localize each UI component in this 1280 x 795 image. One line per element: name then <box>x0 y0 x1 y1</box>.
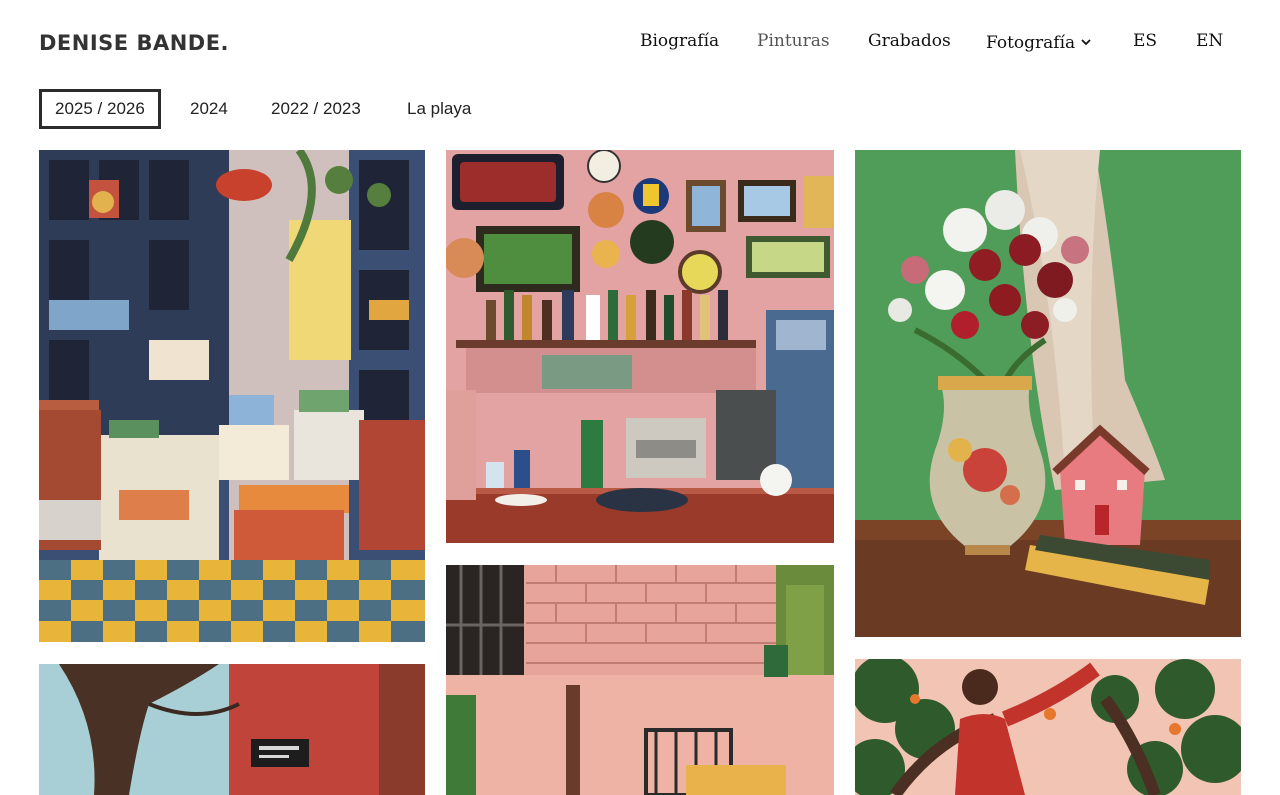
nav-fotografia-label: Fotografía <box>986 33 1076 53</box>
tab-2022-2023[interactable]: 2022 / 2023 <box>271 89 361 129</box>
main-nav: Biografía Pinturas Grabados Fotografía E… <box>0 31 1280 57</box>
nav-lang-en[interactable]: EN <box>1196 31 1223 51</box>
nav-pinturas[interactable]: Pinturas <box>757 31 830 51</box>
tab-2024[interactable]: 2024 <box>190 89 228 129</box>
nav-fotografia[interactable]: Fotografía <box>986 31 1091 53</box>
painting-interior-boxes[interactable] <box>39 150 425 642</box>
tab-2025-2026[interactable]: 2025 / 2026 <box>39 89 161 129</box>
painting-red-figure-tree[interactable] <box>855 659 1241 795</box>
painting-flowers-vase[interactable] <box>855 150 1241 637</box>
painting-brick-courtyard[interactable] <box>446 565 834 795</box>
nav-grabados[interactable]: Grabados <box>868 31 951 51</box>
tab-la-playa[interactable]: La playa <box>407 89 471 129</box>
nav-lang-es[interactable]: ES <box>1133 31 1157 51</box>
painting-tree-wall[interactable] <box>39 664 425 795</box>
painting-bar-restaurant[interactable] <box>446 150 834 543</box>
chevron-down-icon <box>1081 31 1091 51</box>
nav-biografia[interactable]: Biografía <box>640 31 719 51</box>
